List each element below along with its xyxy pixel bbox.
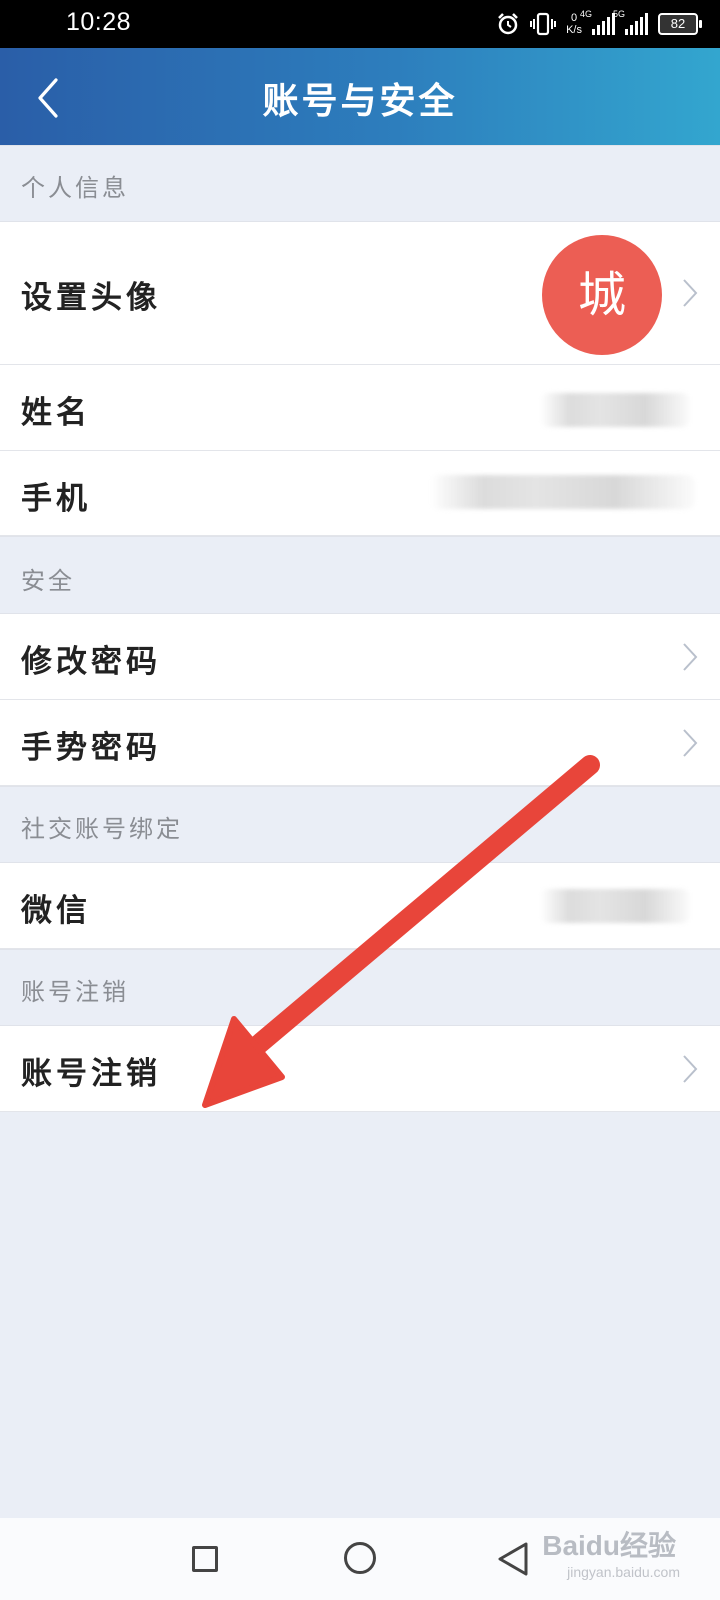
alarm-icon (498, 13, 518, 35)
row-label: 设置头像 (21, 280, 161, 316)
section-security: 安全 (0, 536, 720, 614)
speed-unit: K/s (566, 24, 582, 36)
section-label: 账号注销 (21, 978, 129, 1006)
page-title: 账号与安全 (262, 80, 458, 122)
chevron-right-icon (683, 643, 698, 671)
row-label: 姓名 (21, 395, 91, 431)
row-phone[interactable]: 手机 (0, 451, 720, 536)
status-icons: 0 K/s 4G 5G 82 (496, 8, 702, 40)
row-set-avatar[interactable]: 设置头像 城 (0, 222, 720, 365)
signal-4g-icon: 4G (580, 9, 615, 35)
wechat-value-blurred (540, 889, 690, 923)
phone-value-blurred (430, 475, 695, 509)
row-name[interactable]: 姓名 (0, 365, 720, 451)
status-bar: 10:28 0 K/s 4G 5G 82 (0, 0, 720, 48)
row-label: 手机 (21, 481, 91, 517)
triangle-back-icon[interactable] (496, 1540, 530, 1578)
status-time: 10:28 (66, 8, 132, 36)
chevron-right-icon (683, 279, 698, 307)
square-icon[interactable] (192, 1546, 218, 1572)
nav-header: 账号与安全 (0, 48, 720, 145)
network-5g-label: 5G (613, 9, 626, 19)
battery-icon: 82 (658, 13, 702, 35)
section-social-binding: 社交账号绑定 (0, 786, 720, 863)
row-label: 修改密码 (21, 644, 161, 680)
signal-5g-icon: 5G (613, 9, 648, 35)
vibrate-icon (530, 12, 557, 36)
row-label: 手势密码 (21, 730, 161, 766)
avatar[interactable]: 城 (542, 235, 662, 355)
row-change-password[interactable]: 修改密码 (0, 614, 720, 700)
section-label: 安全 (21, 567, 75, 595)
row-wechat[interactable]: 微信 (0, 863, 720, 949)
row-label: 账号注销 (21, 1056, 161, 1092)
row-label: 微信 (21, 893, 91, 929)
name-value-blurred (540, 393, 690, 427)
section-deactivate: 账号注销 (0, 949, 720, 1026)
section-label: 个人信息 (21, 174, 129, 202)
system-nav-bar: Baidu经验 jingyan.baidu.com (0, 1518, 720, 1600)
section-label: 社交账号绑定 (21, 815, 183, 843)
watermark-logo: Baidu经验 (542, 1530, 676, 1561)
watermark-url: jingyan.baidu.com (567, 1564, 680, 1580)
network-4g-label: 4G (580, 9, 593, 19)
chevron-right-icon (683, 1055, 698, 1083)
section-personal-info: 个人信息 (0, 145, 720, 222)
chevron-right-icon (683, 729, 698, 757)
circle-icon[interactable] (344, 1542, 376, 1574)
row-account-deactivate[interactable]: 账号注销 (0, 1026, 720, 1112)
row-gesture-password[interactable]: 手势密码 (0, 700, 720, 786)
